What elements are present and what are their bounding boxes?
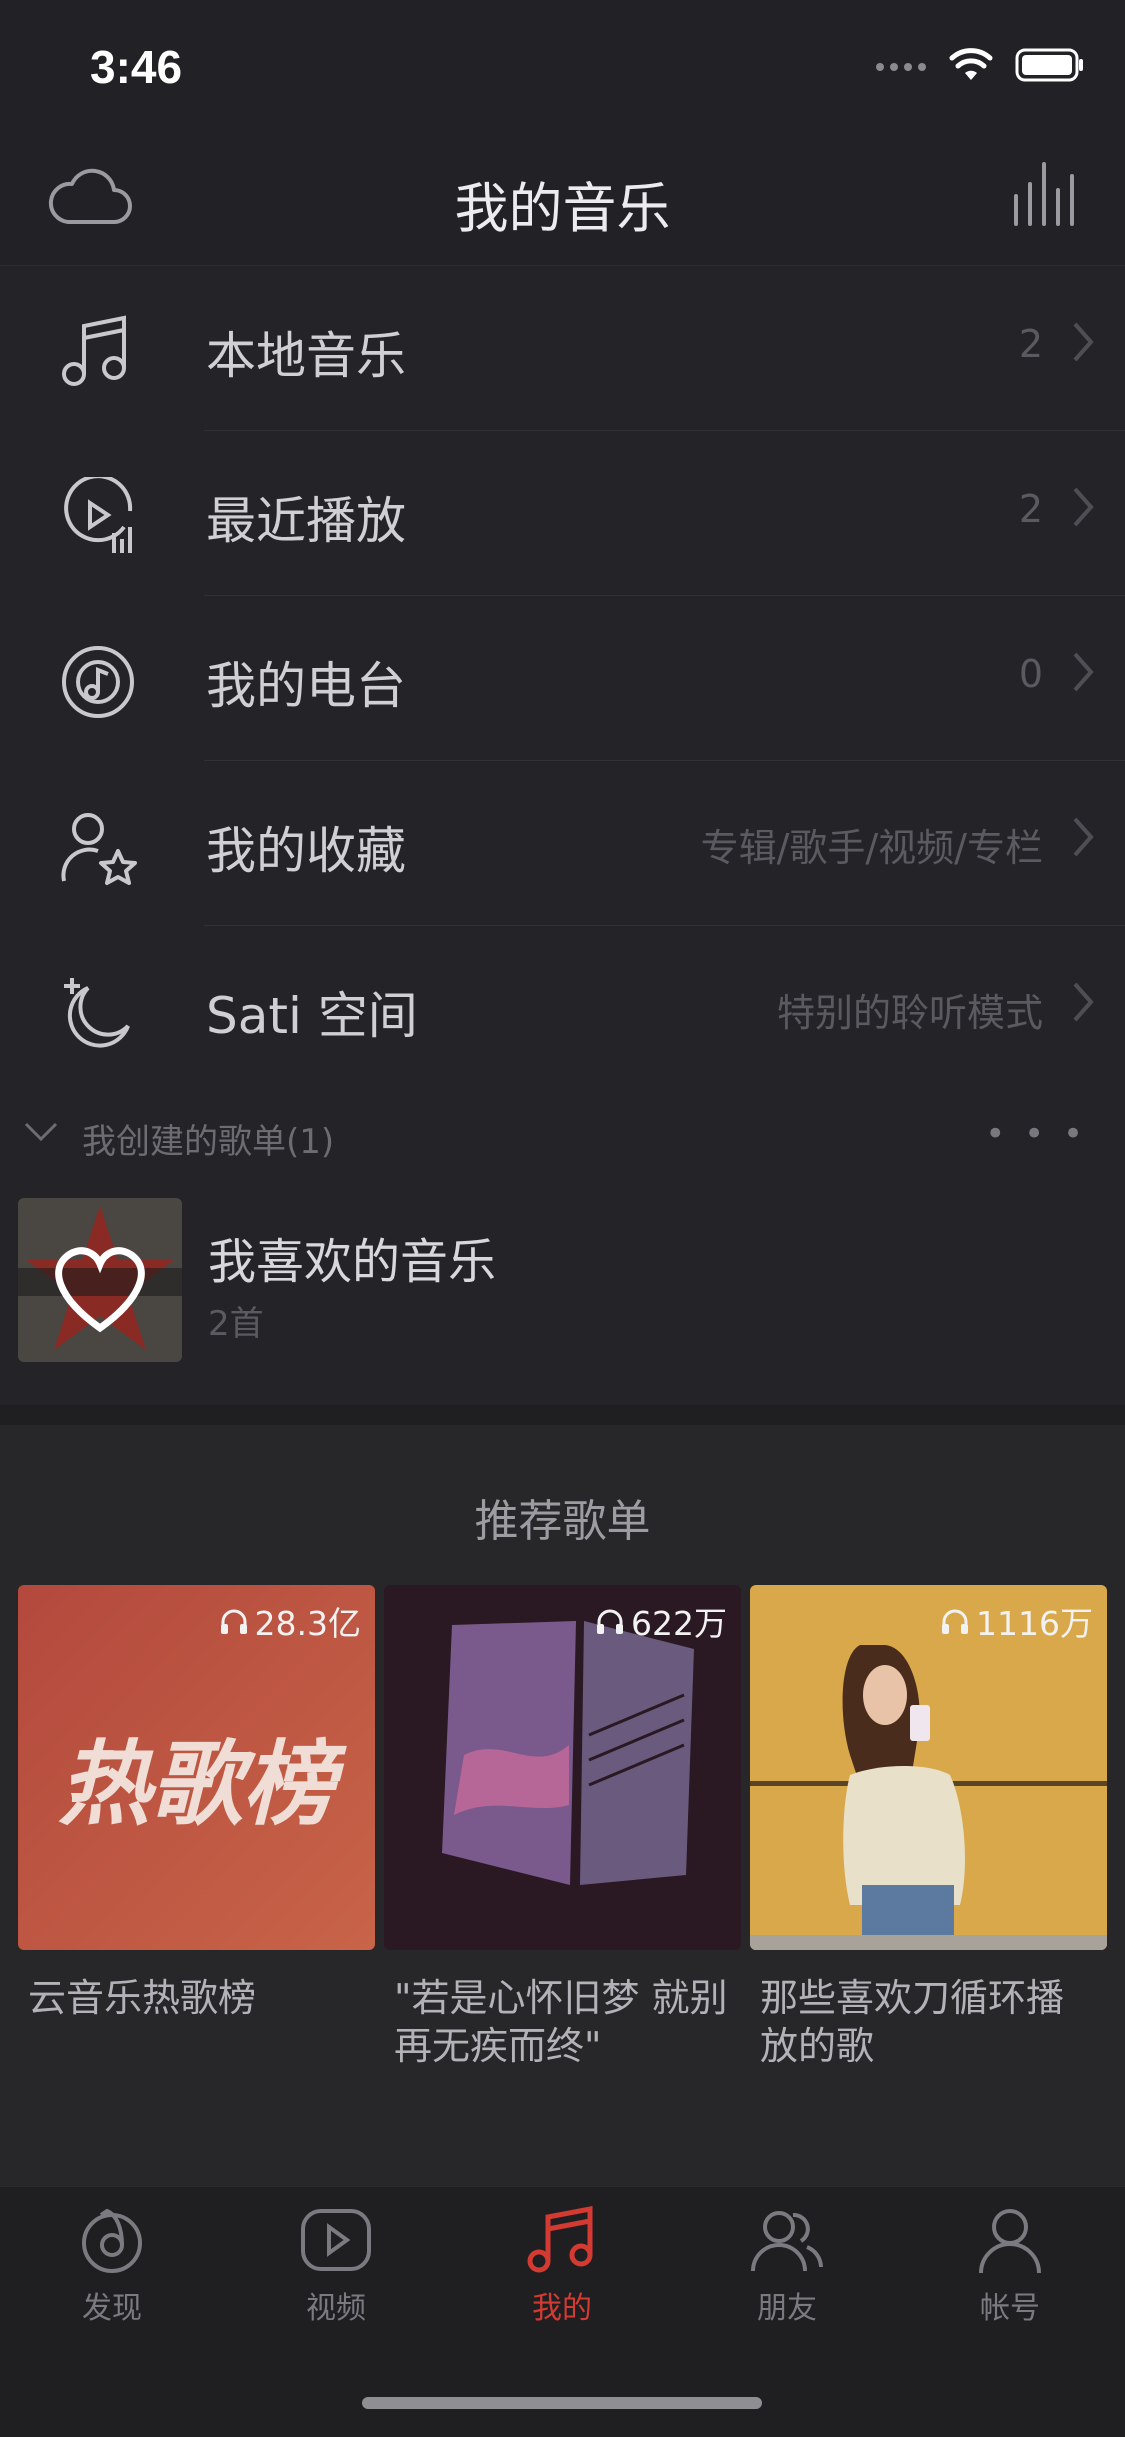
chevron-right-icon [1071,815,1095,863]
menu-item-my-radio[interactable]: 我的电台 0 [0,596,1125,761]
tab-video[interactable]: 视频 [246,2205,426,2327]
signal-icon [875,58,927,77]
music-note-icon [58,312,138,392]
play-count: 622万 [595,1597,727,1645]
tab-label: 发现 [82,2291,142,2326]
chevron-right-icon [1071,980,1095,1028]
tab-label: 帐号 [980,2291,1040,2326]
chevron-down-icon[interactable] [22,1120,60,1148]
card-cover: 1116万 [750,1585,1107,1950]
menu-item-label: 我的收藏 [206,822,406,880]
tab-label: 视频 [306,2291,366,2326]
tab-label: 我的 [532,2291,592,2326]
status-time: 3:46 [90,41,183,93]
video-icon [299,2209,373,2279]
menu-item-hint: 专辑/歌手/视频/专栏 [700,826,1043,870]
battery-icon [1015,48,1085,86]
recommended-section: 推荐歌单 热歌榜 28.3亿 云音乐热歌榜 622万 "若是心怀旧梦 就别再无疾… [0,1425,1125,2185]
tab-mine[interactable]: 我的 [472,2205,652,2327]
menu-item-label: 本地音乐 [206,327,406,385]
favorite-person-icon [58,807,138,887]
moon-icon [58,972,138,1052]
headphones-icon [597,1609,623,1634]
section-divider [0,1405,1125,1425]
friends-icon [749,2211,825,2279]
my-music-menu: 本地音乐 2 最近播放 2 我的电台 0 我的收藏 专辑/歌手/视频/专栏 Sa… [0,266,1125,1091]
account-icon [975,2209,1045,2279]
recommend-card[interactable]: 热歌榜 28.3亿 云音乐热歌榜 [18,1585,375,2022]
status-bar: 3:46 [0,0,1125,130]
menu-item-recent-play[interactable]: 最近播放 2 [0,431,1125,596]
menu-item-local-music[interactable]: 本地音乐 2 [0,266,1125,431]
tab-account[interactable]: 帐号 [920,2205,1100,2327]
chevron-right-icon [1071,650,1095,698]
music-note-icon [525,2205,599,2279]
recommend-card[interactable]: 622万 "若是心怀旧梦 就别再无疾而终" [384,1585,741,2070]
card-caption: 那些喜欢刀循环播放的歌 [760,1976,1065,2068]
created-playlists-header[interactable]: 我创建的歌单(1) • • • [0,1096,1125,1176]
play-count-text: 622万 [631,1604,727,1643]
headphones-icon [942,1609,969,1634]
chevron-right-icon [1071,485,1095,533]
menu-item-label: Sati 空间 [206,987,418,1045]
nav-bar: 我的音乐 [0,130,1125,266]
headphones-icon [220,1609,247,1634]
tab-label: 朋友 [757,2291,817,2326]
tab-discover[interactable]: 发现 [22,2205,202,2327]
play-count: 1116万 [940,1597,1093,1645]
playlist-count: 2首 [208,1304,264,1344]
menu-item-label: 最近播放 [206,492,406,550]
playlist-name: 我喜欢的音乐 [208,1234,497,1290]
recommend-card[interactable]: 1116万 那些喜欢刀循环播放的歌 [750,1585,1107,2070]
card-caption: "若是心怀旧梦 就别再无疾而终" [394,1976,728,2068]
status-icons [875,48,1085,86]
menu-item-count: 2 [1018,322,1043,366]
card-cover: 热歌榜 28.3亿 [18,1585,375,1950]
wifi-icon [949,48,993,86]
card-caption: 云音乐热歌榜 [28,1976,257,2020]
menu-item-count: 2 [1018,487,1043,531]
play-count-text: 1116万 [976,1604,1093,1643]
chevron-right-icon [1071,320,1095,368]
play-count: 28.3亿 [219,1597,361,1645]
recent-play-icon [58,474,138,557]
section-title: 推荐歌单 [474,1496,651,1547]
playlist-row[interactable]: 我喜欢的音乐 2首 [0,1192,1125,1372]
play-count-text: 28.3亿 [254,1604,361,1643]
menu-item-label: 我的电台 [206,657,406,715]
equalizer-icon[interactable] [1010,160,1080,230]
menu-item-favorites[interactable]: 我的收藏 专辑/歌手/视频/专栏 [0,761,1125,926]
tab-friends[interactable]: 朋友 [697,2205,877,2327]
cover-text: 热歌榜 [58,1731,335,1838]
card-cover: 622万 [384,1585,741,1950]
menu-item-hint: 特别的聆听模式 [776,991,1043,1035]
more-icon[interactable]: • • • [985,1114,1087,1154]
menu-item-count: 0 [1018,652,1043,696]
page-title: 我的音乐 [454,177,671,240]
discover-icon [77,2208,147,2279]
radio-icon [58,642,138,722]
home-indicator[interactable] [362,2397,762,2409]
section-title: 我创建的歌单(1) [82,1122,335,1162]
playlist-cover [18,1198,182,1362]
menu-item-sati-space[interactable]: Sati 空间 特别的聆听模式 [0,926,1125,1091]
